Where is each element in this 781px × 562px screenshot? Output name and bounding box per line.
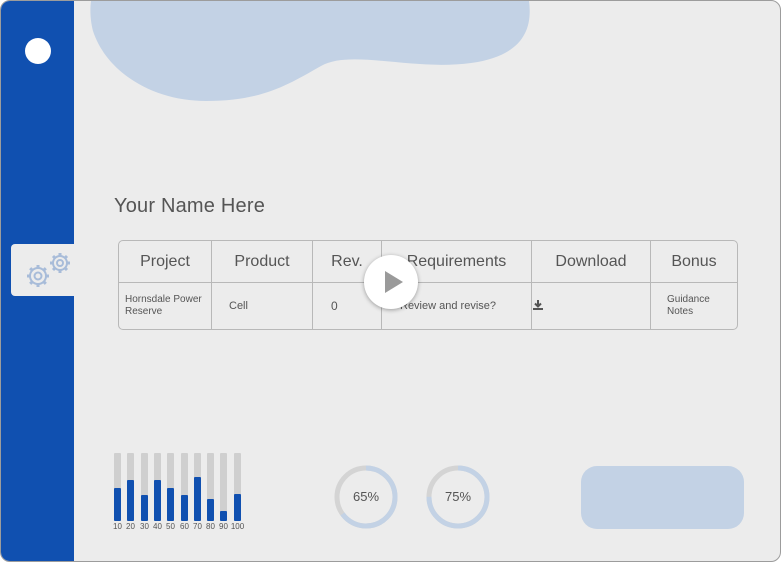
download-icon[interactable] xyxy=(532,299,544,311)
bar-tick-label: 100 xyxy=(230,522,245,531)
progress-ring-1: 65% xyxy=(334,465,398,529)
column-header-download: Download xyxy=(532,241,651,283)
bar-track xyxy=(154,453,161,521)
bar-fill xyxy=(127,480,134,521)
play-icon xyxy=(385,271,403,293)
decorative-blob xyxy=(90,1,530,101)
sidebar xyxy=(1,1,75,561)
bar-fill xyxy=(167,488,174,521)
bar-track xyxy=(114,453,121,521)
bar-track xyxy=(127,453,134,521)
bar-track xyxy=(181,453,188,521)
sidebar-item-settings[interactable] xyxy=(11,244,75,296)
bar-track xyxy=(220,453,227,521)
bar-fill xyxy=(141,495,148,521)
bar-track xyxy=(167,453,174,521)
bar-fill xyxy=(114,488,121,521)
bar-track xyxy=(207,453,214,521)
project-table: Project Product Rev. Requirements Downlo… xyxy=(118,240,738,330)
user-name: Your Name Here xyxy=(114,195,266,217)
table-header-row: Project Product Rev. Requirements Downlo… xyxy=(119,241,737,283)
project-cell: Hornsdale Power Reserve xyxy=(125,294,202,317)
bar-track xyxy=(234,453,241,521)
play-button[interactable] xyxy=(364,255,418,309)
action-button[interactable] xyxy=(581,466,744,529)
progress-ring-label: 75% xyxy=(444,489,472,504)
column-header-product: Product xyxy=(212,241,313,283)
progress-ring-2: 75% xyxy=(426,465,490,529)
progress-ring-label: 65% xyxy=(352,489,380,504)
bonus-cell[interactable]: Guidance Notes xyxy=(651,294,737,318)
bar-fill xyxy=(234,494,241,521)
table-row: Hornsdale Power Reserve Cell 0 Review an… xyxy=(119,283,737,329)
bar-track xyxy=(194,453,201,521)
bar-fill xyxy=(220,511,227,521)
bar-track xyxy=(141,453,148,521)
bar-fill xyxy=(181,495,188,521)
app-window: Your Name Here Project Product Rev. Requ… xyxy=(0,0,781,562)
product-cell: Cell xyxy=(229,300,248,312)
bar-fill xyxy=(207,499,214,521)
bar-fill xyxy=(194,477,201,521)
avatar[interactable] xyxy=(25,38,51,64)
column-header-project: Project xyxy=(119,241,212,283)
column-header-bonus: Bonus xyxy=(651,241,737,283)
gears-icon xyxy=(27,253,70,287)
bar-fill xyxy=(154,480,161,521)
